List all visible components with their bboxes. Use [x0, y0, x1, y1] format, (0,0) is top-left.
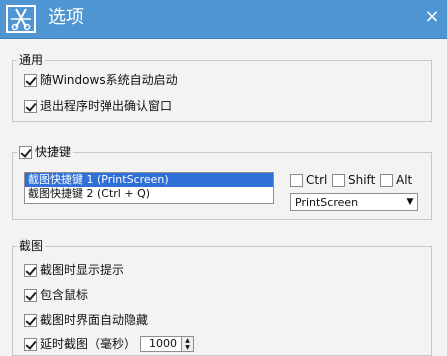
hotkey-key-value: PrintScreen: [295, 195, 359, 209]
exit-confirm-option[interactable]: 退出程序时弹出确认窗口: [24, 98, 172, 114]
ctrl-option[interactable]: Ctrl: [290, 172, 327, 188]
shift-option[interactable]: Shift: [332, 172, 375, 188]
scissors-app-icon: [6, 5, 36, 33]
hotkey-listbox[interactable]: 截图快捷键 1 (PrintScreen) 截图快捷键 2 (Ctrl + Q): [24, 172, 274, 204]
alt-option[interactable]: Alt: [380, 172, 412, 188]
autostart-checkbox[interactable]: [24, 73, 37, 87]
show-tip-label: 截图时显示提示: [40, 263, 125, 277]
exit-confirm-label: 退出程序时弹出确认窗口: [40, 99, 173, 113]
delay-option[interactable]: 延时截图（毫秒） 1000 ▲ ▼: [24, 336, 195, 352]
exit-confirm-checkbox[interactable]: [24, 99, 37, 113]
hotkey-list-item-1[interactable]: 截图快捷键 1 (PrintScreen): [25, 173, 273, 187]
general-group-legend: 通用: [17, 53, 46, 67]
spin-up-icon[interactable]: ▲: [182, 337, 193, 344]
autostart-option[interactable]: 随Windows系统自动启动: [24, 72, 178, 88]
hotkey-group-legend[interactable]: 快捷键: [17, 145, 74, 159]
include-cursor-label: 包含鼠标: [40, 288, 89, 302]
hotkey-list-item-2[interactable]: 截图快捷键 2 (Ctrl + Q): [25, 187, 273, 201]
shift-checkbox[interactable]: [332, 173, 345, 187]
ctrl-label: Ctrl: [306, 173, 328, 187]
spin-down-icon[interactable]: ▼: [182, 344, 193, 351]
include-cursor-option[interactable]: 包含鼠标: [24, 287, 88, 303]
delay-input[interactable]: 1000: [140, 336, 183, 352]
auto-hide-option[interactable]: 截图时界面自动隐藏: [24, 312, 148, 328]
close-icon[interactable]: ×: [423, 8, 441, 26]
hotkey-legend-label: 快捷键: [35, 145, 72, 159]
hotkey-enable-checkbox[interactable]: [19, 145, 32, 159]
hotkey-key-select[interactable]: PrintScreen ▼: [290, 193, 418, 211]
shift-label: Shift: [348, 173, 376, 187]
auto-hide-checkbox[interactable]: [24, 313, 37, 327]
alt-checkbox[interactable]: [380, 173, 393, 187]
chevron-down-icon: ▼: [406, 197, 414, 207]
delay-checkbox[interactable]: [24, 337, 37, 351]
delay-spinner[interactable]: ▲ ▼: [182, 336, 195, 352]
ctrl-checkbox[interactable]: [290, 173, 303, 187]
show-tip-checkbox[interactable]: [24, 263, 37, 277]
autostart-label: 随Windows系统自动启动: [40, 73, 178, 87]
include-cursor-checkbox[interactable]: [24, 288, 37, 302]
delay-label: 延时截图（毫秒）: [40, 337, 137, 351]
show-tip-option[interactable]: 截图时显示提示: [24, 262, 124, 278]
alt-label: Alt: [396, 173, 413, 187]
auto-hide-label: 截图时界面自动隐藏: [40, 313, 149, 327]
capture-group-legend: 截图: [17, 239, 46, 253]
title-bar: 选项 ×: [0, 0, 447, 39]
window-title: 选项: [48, 7, 84, 28]
